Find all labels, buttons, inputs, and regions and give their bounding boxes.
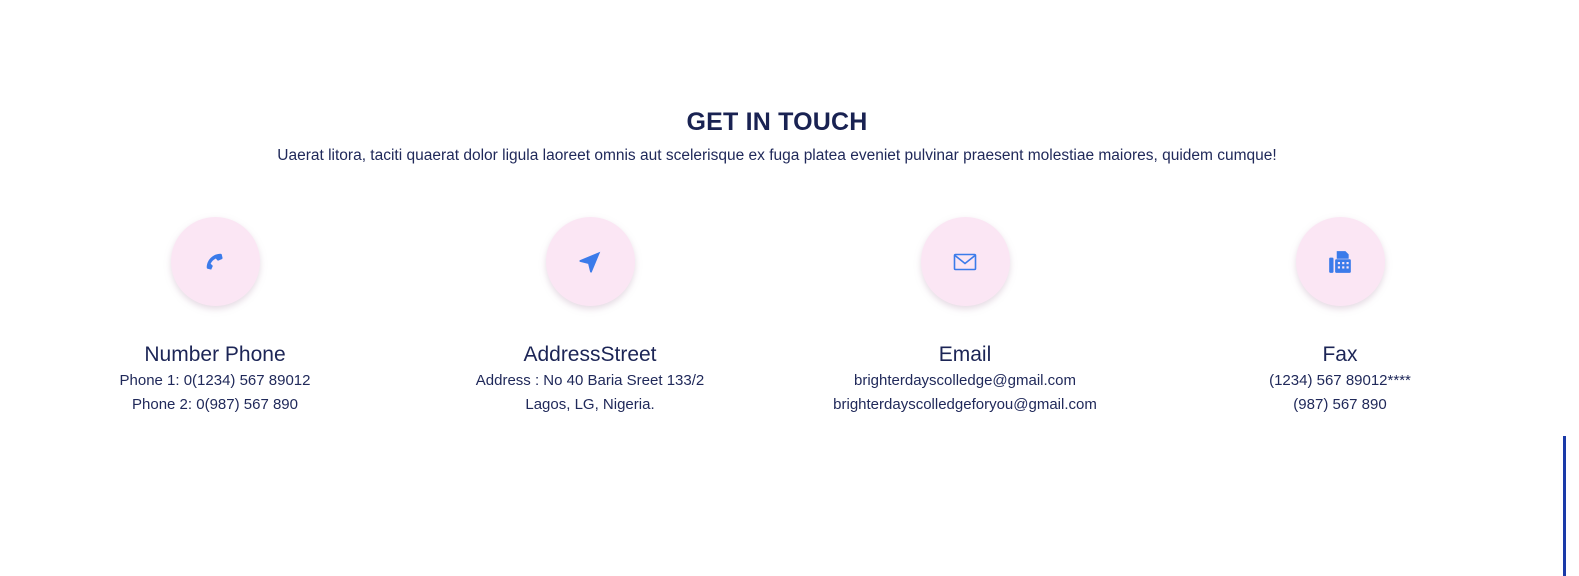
card-line: (1234) 567 89012**** bbox=[1269, 372, 1411, 389]
card-line[interactable]: brighterdayscolledgeforyou@gmail.com bbox=[765, 393, 1165, 417]
card-title: Email bbox=[938, 343, 992, 366]
section-subtitle: Uaerat litora, taciti quaerat dolor ligu… bbox=[277, 147, 1277, 164]
fax-icon bbox=[1327, 249, 1353, 275]
email-icon-circle bbox=[920, 217, 1010, 306]
contact-card-phone: Number Phone Phone 1: 0(1234) 567 89012 … bbox=[15, 217, 415, 417]
card-line: Phone 2: 0(987) 567 890 bbox=[132, 396, 298, 413]
phone-icon bbox=[204, 251, 226, 273]
location-arrow-icon bbox=[577, 249, 603, 275]
phone-icon-circle bbox=[170, 217, 260, 306]
card-line[interactable]: brighterdayscolledge@gmail.com bbox=[765, 369, 1165, 393]
envelope-icon bbox=[953, 252, 977, 272]
contact-card-address: AddressStreet Address : No 40 Baria Sree… bbox=[390, 217, 790, 417]
card-title: AddressStreet bbox=[523, 343, 657, 366]
card-line: Address : No 40 Baria Sreet 133/2 bbox=[475, 372, 705, 389]
contact-card-email: Email brighterdayscolledge@gmail.com bri… bbox=[765, 217, 1165, 417]
card-title: Fax bbox=[1322, 343, 1358, 366]
address-icon-circle bbox=[545, 217, 635, 306]
card-line: (987) 567 890 bbox=[1293, 396, 1387, 413]
card-line: Lagos, LG, Nigeria. bbox=[525, 396, 655, 413]
contact-card-fax: Fax (1234) 567 89012**** (987) 567 890 bbox=[1140, 217, 1540, 417]
scroll-progress-bar[interactable] bbox=[1563, 436, 1566, 576]
contact-section: GET IN TOUCH Uaerat litora, taciti quaer… bbox=[0, 0, 1579, 576]
card-title: Number Phone bbox=[144, 343, 286, 366]
section-title: GET IN TOUCH bbox=[686, 108, 868, 136]
fax-icon-circle bbox=[1295, 217, 1385, 306]
card-line: Phone 1: 0(1234) 567 89012 bbox=[119, 372, 311, 389]
